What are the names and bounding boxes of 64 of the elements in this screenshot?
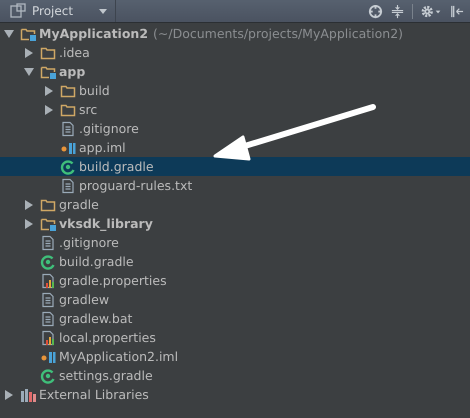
tree-row[interactable]: .gitignore <box>0 119 470 138</box>
libraries-icon <box>20 386 36 402</box>
crosshair-icon[interactable] <box>368 4 383 18</box>
tree-row[interactable]: app.iml <box>0 138 470 157</box>
gradle-icon <box>40 254 56 270</box>
tree-row[interactable]: MyApplication2 (~/Documents/projects/MyApplication2) <box>0 24 470 43</box>
caret-icon <box>99 8 107 14</box>
tree-row[interactable]: proguard-rules.txt <box>0 176 470 195</box>
item-label: app <box>59 64 86 79</box>
properties-file-icon <box>40 330 56 346</box>
item-label: .gitignore <box>59 235 119 250</box>
tree-row[interactable]: settings.gradle <box>0 366 470 385</box>
gradle-icon <box>40 368 56 384</box>
item-label: src <box>79 102 98 117</box>
item-path: (~/Documents/projects/MyApplication2) <box>153 26 404 41</box>
item-label: vksdk_library <box>59 216 153 231</box>
item-label: build.gradle <box>59 254 134 269</box>
tree-row[interactable]: vksdk_library <box>0 214 470 233</box>
tree-row[interactable]: gradlew.bat <box>0 309 470 328</box>
item-label: gradle <box>59 197 99 212</box>
view-selector[interactable]: Project <box>0 0 116 22</box>
tree-row[interactable]: src <box>0 100 470 119</box>
item-label: gradlew <box>59 292 110 307</box>
collapsed-arrow-icon[interactable] <box>4 390 14 400</box>
project-view-icon <box>10 3 26 19</box>
text-file-icon <box>40 292 56 308</box>
item-label: MyApplication2 <box>39 26 148 41</box>
collapsed-arrow-icon[interactable] <box>24 48 34 58</box>
tree-row[interactable]: gradle <box>0 195 470 214</box>
item-label: build.gradle <box>79 159 154 174</box>
settings-icon[interactable] <box>420 4 442 18</box>
collapse-all-icon[interactable] <box>390 4 405 18</box>
tree-row[interactable]: MyApplication2.iml <box>0 347 470 366</box>
item-label: gradle.properties <box>59 273 167 288</box>
item-label: .idea <box>59 45 90 60</box>
item-label: app.iml <box>79 140 126 155</box>
item-label: local.properties <box>59 330 156 345</box>
text-file-icon <box>60 178 76 194</box>
expanded-arrow-icon[interactable] <box>24 66 34 76</box>
text-file-icon <box>40 234 56 250</box>
tree-row[interactable]: .idea <box>0 43 470 62</box>
text-file-icon <box>40 310 56 326</box>
hide-panel-icon[interactable] <box>449 4 464 18</box>
tree-row[interactable]: build.gradle <box>0 252 470 271</box>
item-label: gradlew.bat <box>59 311 132 326</box>
tree-row[interactable]: External Libraries <box>0 385 470 404</box>
tree-row[interactable]: build <box>0 81 470 100</box>
item-label: MyApplication2.iml <box>59 349 178 364</box>
item-label: External Libraries <box>39 387 149 402</box>
tree-row[interactable]: gradlew <box>0 290 470 309</box>
item-label: build <box>79 83 110 98</box>
tree-row[interactable]: local.properties <box>0 328 470 347</box>
tree-row[interactable]: gradle.properties <box>0 271 470 290</box>
text-file-icon <box>60 120 76 136</box>
item-label: .gitignore <box>79 121 139 136</box>
panel-title: Project <box>32 4 74 18</box>
properties-file-icon <box>40 272 56 288</box>
tree-row[interactable]: build.gradle <box>0 157 470 176</box>
gradle-icon <box>60 158 76 174</box>
tree-row[interactable]: app <box>0 62 470 81</box>
tree-row[interactable]: .gitignore <box>0 233 470 252</box>
expanded-arrow-icon[interactable] <box>4 28 14 38</box>
item-label: settings.gradle <box>59 368 153 383</box>
item-label: proguard-rules.txt <box>79 178 192 193</box>
